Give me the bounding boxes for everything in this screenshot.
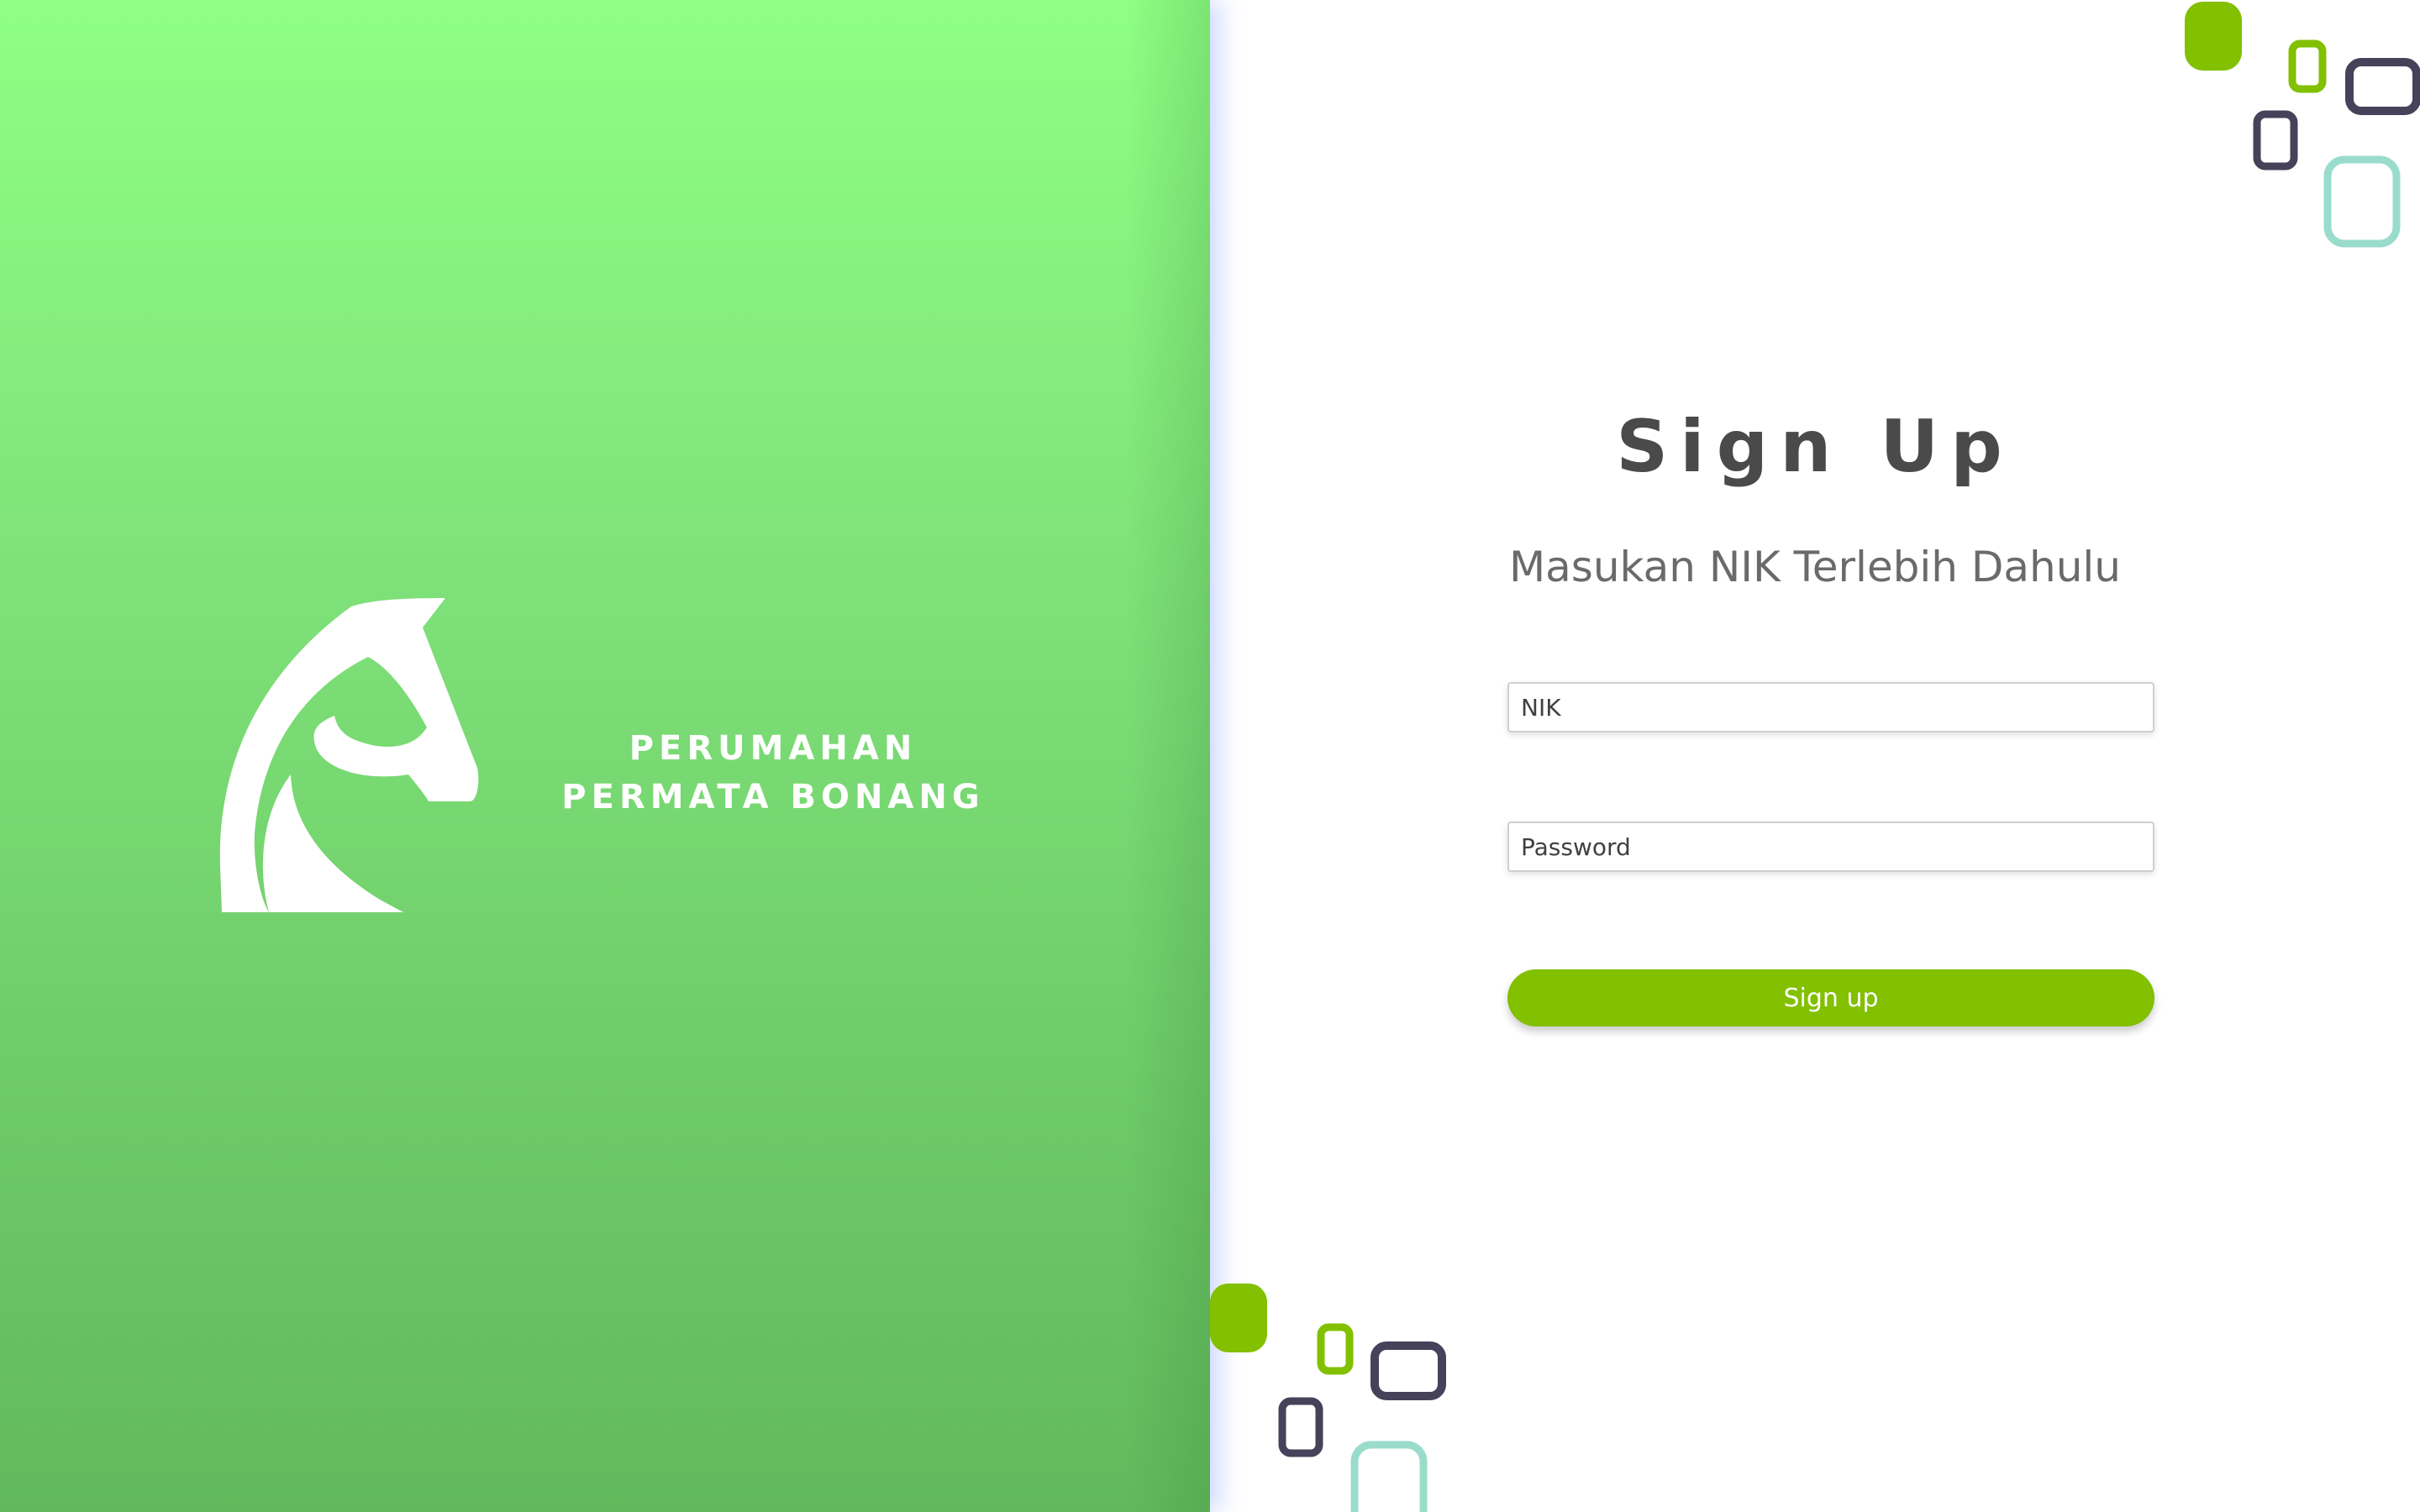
deco-green-filled-shape [1210,1284,1267,1352]
password-input[interactable] [1507,822,2154,872]
nik-input[interactable] [1507,682,2154,732]
deco-green-outline-shape [2288,39,2327,93]
page-title: Sign Up [1616,405,2014,489]
decorative-shapes-top [2185,2,2420,248]
deco-green-outline-shape [1317,1323,1354,1375]
deco-navy-small-shape [2253,110,2298,171]
page-subtitle: Masukan NIK Terlebih Dahulu [1509,543,2121,591]
deco-navy-outline-shape [2345,58,2420,115]
signup-page: PERUMAHAN PERMATA BONANG Sign Up Masukan… [0,0,2420,1512]
deco-navy-outline-shape [1370,1341,1446,1400]
decorative-shapes-bottom [1210,1284,1446,1512]
deco-teal-outline-shape [1350,1441,1428,1512]
brand-line-2: PERMATA BONANG [561,778,985,816]
deco-navy-small-shape [1278,1397,1323,1457]
signup-button[interactable]: Sign up [1507,969,2154,1026]
deco-green-filled-shape [2185,2,2242,71]
brand-name: PERUMAHAN PERMATA BONANG [555,724,992,822]
deco-teal-outline-shape [2323,155,2401,248]
horse-head-icon [219,598,479,912]
brand-panel: PERUMAHAN PERMATA BONANG [0,0,1210,1512]
brand-line-1: PERUMAHAN [629,729,918,768]
